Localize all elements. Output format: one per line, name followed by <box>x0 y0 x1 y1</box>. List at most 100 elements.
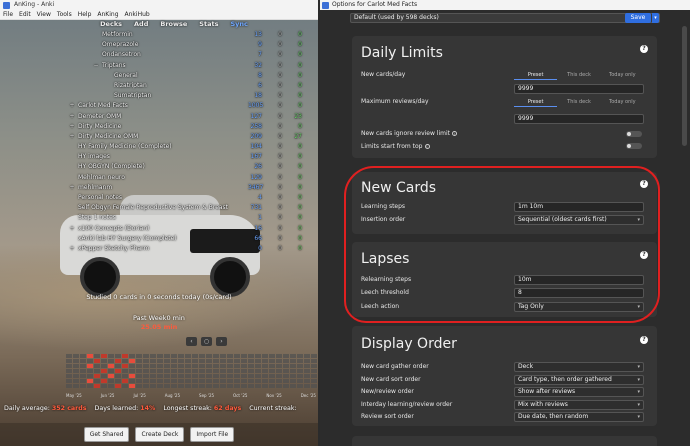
heatmap-cell[interactable] <box>311 374 317 378</box>
heatmap-cell[interactable] <box>164 384 170 388</box>
deck-name[interactable]: Dirty Medicine <box>78 122 121 132</box>
deck-row[interactable]: xAnki lab HY Surgery (Complete) 66 0 0 <box>0 234 318 244</box>
heatmap-cell[interactable] <box>262 364 268 368</box>
heatmap-cell[interactable] <box>157 384 163 388</box>
heatmap-cell[interactable] <box>94 364 100 368</box>
heatmap-cell[interactable] <box>269 359 275 363</box>
heatmap-cell[interactable] <box>304 359 310 363</box>
deck-row[interactable]: HY OBGYN (Complete) 26 0 0 <box>0 162 318 172</box>
heatmap-cell[interactable] <box>178 354 184 358</box>
get-shared-button[interactable]: Get Shared <box>83 427 130 442</box>
deck-row[interactable]: HY images 167 0 0 <box>0 152 318 162</box>
menu-file[interactable]: File <box>3 10 13 19</box>
display-order-select[interactable]: Deck ▾ <box>514 362 644 372</box>
heatmap-cell[interactable] <box>276 359 282 363</box>
heatmap-cell[interactable] <box>136 354 142 358</box>
heatmap-cell[interactable] <box>94 369 100 373</box>
deck-row[interactable]: + xPepper Sketchy Pharm 0 0 0 <box>0 244 318 254</box>
leech-action-select[interactable]: Tag Only ▾ <box>514 302 644 312</box>
heatmap-cell[interactable] <box>129 359 135 363</box>
help-icon[interactable]: ? <box>640 336 648 344</box>
heatmap-cell[interactable] <box>87 369 93 373</box>
deck-row[interactable]: General 8 0 0 <box>0 71 318 81</box>
heatmap-cell[interactable] <box>234 359 240 363</box>
display-order-select[interactable]: Card type, then order gathered ▾ <box>514 374 644 385</box>
heatmap-cell[interactable] <box>171 379 177 383</box>
heatmap-cell[interactable] <box>129 379 135 383</box>
toolbar-add[interactable]: Add <box>134 20 148 30</box>
heatmap-cell[interactable] <box>122 379 128 383</box>
heatmap-cell[interactable] <box>115 384 121 388</box>
heatmap-cell[interactable] <box>276 379 282 383</box>
menu-edit[interactable]: Edit <box>19 10 31 19</box>
heatmap-cell[interactable] <box>255 369 261 373</box>
heatmap-cell[interactable] <box>304 369 310 373</box>
heatmap-cell[interactable] <box>122 384 128 388</box>
heatmap-cell[interactable] <box>66 364 72 368</box>
heatmap-cell[interactable] <box>73 379 79 383</box>
heatmap-cell[interactable] <box>262 369 268 373</box>
heatmap-cell[interactable] <box>220 379 226 383</box>
deck-row[interactable]: Omeprazole 9 0 0 <box>0 40 318 50</box>
deck-row[interactable]: + mehlmanm 3467 0 0 <box>0 183 318 193</box>
heatmap-cell[interactable] <box>178 364 184 368</box>
deck-row[interactable]: − Triptans 32 0 0 <box>0 61 318 71</box>
menu-help[interactable]: Help <box>78 10 92 19</box>
heatmap-cell[interactable] <box>227 359 233 363</box>
heatmap-cell[interactable] <box>164 364 170 368</box>
toolbar-stats[interactable]: Stats <box>199 20 218 30</box>
heatmap-cell[interactable] <box>80 379 86 383</box>
deck-row[interactable]: Metformin 13 0 0 <box>0 30 318 40</box>
deck-expand-toggle[interactable]: + <box>69 122 75 132</box>
heatmap-cell[interactable] <box>220 359 226 363</box>
deck-expand-toggle[interactable]: + <box>69 224 75 234</box>
leech-threshold-input[interactable]: 8 <box>514 288 644 298</box>
heatmap-cell[interactable] <box>206 364 212 368</box>
deck-name[interactable]: Demeter OMM <box>78 112 121 122</box>
save-options-dropdown[interactable]: ▾ <box>652 13 659 23</box>
heatmap-cell[interactable] <box>227 379 233 383</box>
heatmap-cell[interactable] <box>150 374 156 378</box>
deck-expand-toggle[interactable]: + <box>69 244 75 254</box>
deck-name[interactable]: Mehlman neuro <box>78 173 125 183</box>
heatmap-cell[interactable] <box>157 359 163 363</box>
heatmap-cell[interactable] <box>150 364 156 368</box>
options-scrollbar[interactable] <box>682 26 687 146</box>
heatmap-cell[interactable] <box>108 364 114 368</box>
deck-name[interactable]: Triptans <box>102 61 126 71</box>
heatmap-cell[interactable] <box>220 369 226 373</box>
deck-row[interactable]: HY Family Medicine (Complete) 104 0 0 <box>0 142 318 152</box>
heatmap-cell[interactable] <box>213 359 219 363</box>
heatmap-cell[interactable] <box>192 354 198 358</box>
heatmap-cell[interactable] <box>178 384 184 388</box>
heatmap-cell[interactable] <box>87 374 93 378</box>
heatmap-cell[interactable] <box>129 354 135 358</box>
heatmap-cell[interactable] <box>143 354 149 358</box>
heatmap-cell[interactable] <box>115 379 121 383</box>
heatmap-cell[interactable] <box>262 384 268 388</box>
heatmap-cell[interactable] <box>115 374 121 378</box>
heatmap-cell[interactable] <box>101 359 107 363</box>
heatmap-cell[interactable] <box>311 364 317 368</box>
heatmap-cell[interactable] <box>108 354 114 358</box>
heatmap-cell[interactable] <box>262 374 268 378</box>
heatmap-cell[interactable] <box>241 369 247 373</box>
deck-expand-toggle[interactable]: + <box>69 112 75 122</box>
heatmap-today-button[interactable]: ○ <box>201 337 212 346</box>
heatmap-cell[interactable] <box>185 374 191 378</box>
heatmap-cell[interactable] <box>248 379 254 383</box>
heatmap-cell[interactable] <box>297 359 303 363</box>
heatmap-cell[interactable] <box>304 379 310 383</box>
heatmap-cell[interactable] <box>164 359 170 363</box>
heatmap-prev-button[interactable]: ‹ <box>186 337 197 346</box>
heatmap-cell[interactable] <box>80 384 86 388</box>
heatmap-cell[interactable] <box>297 369 303 373</box>
heatmap-cell[interactable] <box>304 364 310 368</box>
heatmap-cell[interactable] <box>227 354 233 358</box>
heatmap-cell[interactable] <box>269 384 275 388</box>
heatmap-next-button[interactable]: › <box>216 337 227 346</box>
heatmap-cell[interactable] <box>199 369 205 373</box>
heatmap-cell[interactable] <box>248 364 254 368</box>
ignore-review-limit-toggle[interactable] <box>626 131 642 137</box>
heatmap-cell[interactable] <box>297 364 303 368</box>
